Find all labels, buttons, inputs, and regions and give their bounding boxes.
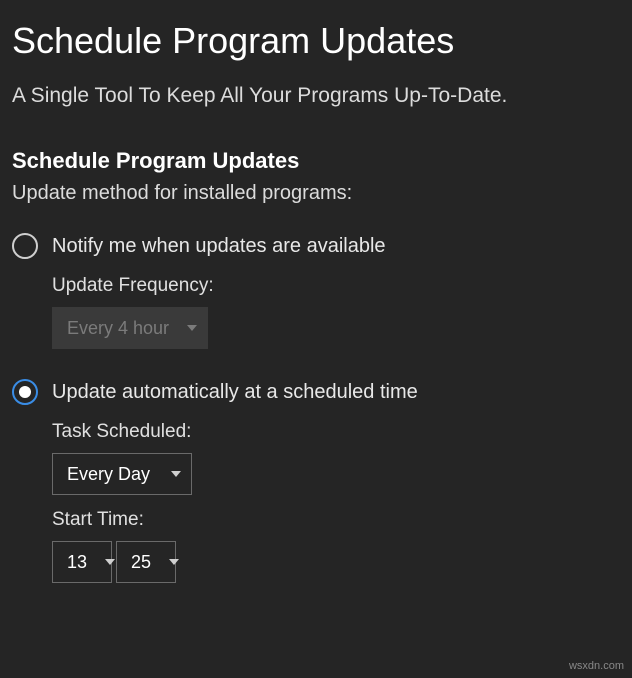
start-minute-value: 25: [131, 552, 151, 573]
radio-icon[interactable]: [12, 379, 38, 405]
update-frequency-label: Update Frequency:: [52, 275, 614, 297]
update-frequency-value: Every 4 hour: [67, 318, 169, 339]
radio-label-notify: Notify me when updates are available: [52, 235, 386, 258]
chevron-down-icon: [171, 471, 181, 477]
task-scheduled-label: Task Scheduled:: [52, 421, 614, 443]
start-time-row: 13 25: [52, 541, 614, 583]
update-method-radio-group: Notify me when updates are available Upd…: [12, 233, 614, 613]
start-time-label: Start Time:: [52, 509, 614, 531]
auto-sub-block: Task Scheduled: Every Day Start Time: 13…: [52, 421, 614, 583]
notify-sub-block: Update Frequency: Every 4 hour: [52, 275, 614, 349]
page-title: Schedule Program Updates: [12, 20, 614, 62]
radio-option-auto[interactable]: Update automatically at a scheduled time: [12, 379, 614, 405]
start-hour-value: 13: [67, 552, 87, 573]
radio-icon[interactable]: [12, 233, 38, 259]
start-hour-dropdown[interactable]: 13: [52, 541, 112, 583]
chevron-down-icon: [105, 559, 115, 565]
section-heading: Schedule Program Updates: [12, 148, 614, 174]
watermark: wsxdn.com: [569, 660, 624, 672]
task-scheduled-dropdown[interactable]: Every Day: [52, 453, 192, 495]
section-description: Update method for installed programs:: [12, 182, 614, 205]
update-frequency-dropdown: Every 4 hour: [52, 307, 208, 349]
page-subtitle: A Single Tool To Keep All Your Programs …: [12, 84, 614, 108]
chevron-down-icon: [169, 559, 179, 565]
task-scheduled-value: Every Day: [67, 464, 150, 485]
radio-option-notify[interactable]: Notify me when updates are available: [12, 233, 614, 259]
chevron-down-icon: [187, 325, 197, 331]
radio-label-auto: Update automatically at a scheduled time: [52, 381, 418, 404]
start-minute-dropdown[interactable]: 25: [116, 541, 176, 583]
radio-selected-dot: [19, 386, 31, 398]
